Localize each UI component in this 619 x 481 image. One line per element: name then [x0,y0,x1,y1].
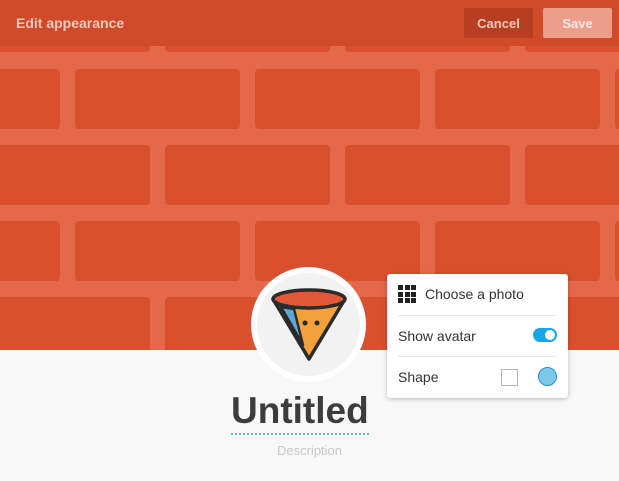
choose-photo-item[interactable]: Choose a photo [398,274,557,314]
brick [345,145,510,205]
save-button[interactable]: Save [543,8,612,38]
fox-avatar-icon [271,288,347,361]
brick [0,145,150,205]
choose-photo-label: Choose a photo [425,286,524,302]
brick [75,221,240,281]
avatar[interactable] [257,273,360,376]
cancel-button[interactable]: Cancel [464,8,533,38]
brick [435,69,600,129]
top-bar: Edit appearance Cancel Save [0,0,619,46]
brick [255,221,420,281]
brick [525,145,619,205]
show-avatar-label: Show avatar [398,328,476,344]
show-avatar-item: Show avatar [398,315,557,356]
brick [435,221,600,281]
grid-icon [398,285,416,303]
brick [0,69,60,129]
shape-label: Shape [398,369,439,385]
brick [0,221,60,281]
brick [615,69,619,129]
brick [0,297,150,350]
show-avatar-toggle[interactable] [533,328,557,342]
page-heading: Edit appearance [16,15,125,31]
shape-square-option[interactable] [501,369,518,386]
appearance-menu: Choose a photo Show avatar Shape [387,274,568,398]
shape-circle-option[interactable] [538,367,557,386]
description-field[interactable]: Description [0,443,619,458]
brick [75,69,240,129]
shape-item: Shape [398,356,557,397]
brick [165,145,330,205]
page-title[interactable]: Untitled [231,389,369,435]
brick [255,69,420,129]
brick [615,221,619,281]
